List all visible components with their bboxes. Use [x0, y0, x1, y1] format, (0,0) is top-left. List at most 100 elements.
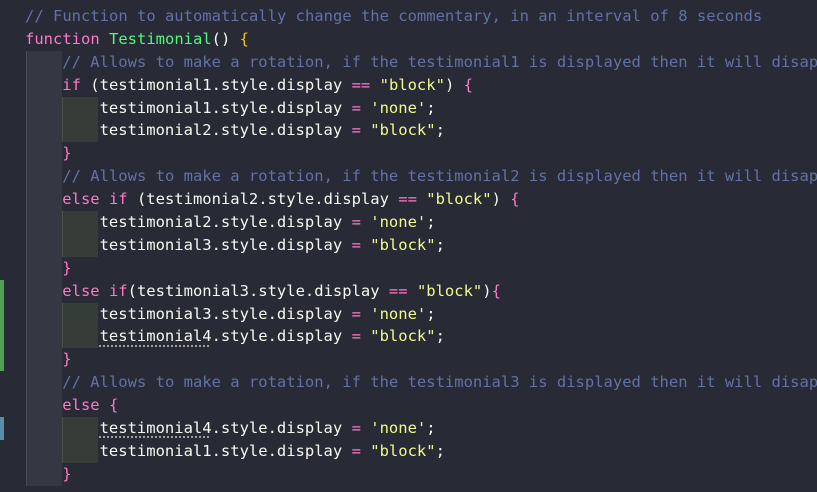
code-token: =: [351, 213, 361, 232]
indent-guide: [62, 96, 98, 120]
code-area[interactable]: // Function to automatically change the …: [0, 5, 817, 486]
indent-guide: [62, 325, 98, 349]
code-token: 'none': [370, 304, 427, 323]
code-line[interactable]: // Function to automatically change the …: [0, 5, 817, 28]
code-token: testimonial4: [99, 327, 212, 346]
code-line-text: // Function to automatically change the …: [25, 5, 762, 28]
indent-guide: [62, 119, 98, 143]
indent-guide: [26, 348, 62, 372]
code-token: testimonial2.style.display: [99, 213, 352, 232]
indent-guide: [26, 96, 62, 120]
code-token: }: [62, 144, 72, 163]
indent-guide-line: [62, 119, 63, 143]
code-line-text: else if(testimonial3.style.display == "b…: [62, 280, 501, 303]
code-line[interactable]: }: [0, 462, 817, 486]
indent-guide-line: [26, 394, 27, 418]
indent-guide-line: [62, 233, 63, 257]
code-line-text: else if (testimonial2.style.display == "…: [62, 188, 519, 211]
code-token: .style.display: [211, 327, 352, 346]
indent-guide: [26, 279, 62, 303]
code-token: "block": [370, 441, 436, 460]
code-token: "block": [370, 121, 436, 140]
code-editor[interactable]: // Function to automatically change the …: [0, 0, 817, 492]
code-token: // Allows to make a rotation, if the tes…: [62, 52, 817, 71]
code-line[interactable]: testimonial1.style.display = "block";: [0, 439, 817, 463]
code-token: ;: [426, 98, 436, 117]
indent-guide-line: [26, 279, 27, 303]
code-line-text: if (testimonial1.style.display == "block…: [62, 74, 473, 97]
indent-guide-line: [26, 417, 27, 440]
code-line-text: else {: [62, 394, 118, 417]
code-token: ): [482, 281, 492, 300]
code-line[interactable]: testimonial4.style.display = "block";: [0, 325, 817, 349]
code-line[interactable]: }: [0, 348, 817, 372]
indent-guide-line: [26, 371, 27, 395]
code-line[interactable]: function Testimonial() {: [0, 28, 817, 51]
code-token: testimonial1.style.display: [99, 98, 352, 117]
code-line[interactable]: // Allows to make a rotation, if the tes…: [0, 50, 817, 74]
code-token: "block": [379, 75, 445, 94]
code-line-text: testimonial4.style.display = 'none';: [100, 417, 436, 440]
indent-guide: [26, 325, 62, 349]
indent-guide: [26, 73, 62, 97]
indent-guide-line: [26, 325, 27, 349]
code-line[interactable]: else if(testimonial3.style.display == "b…: [0, 279, 817, 303]
code-line[interactable]: }: [0, 142, 817, 166]
indent-guide: [26, 165, 62, 189]
code-token: (testimonial3.style.display: [127, 281, 389, 300]
code-line[interactable]: testimonial1.style.display = 'none';: [0, 96, 817, 120]
code-token: {: [491, 281, 501, 300]
indent-guide-line: [62, 302, 63, 326]
indent-guide: [62, 439, 98, 463]
code-line-text: testimonial2.style.display = "block";: [100, 119, 445, 142]
code-token: =: [351, 419, 361, 438]
code-token: =: [351, 327, 361, 346]
code-line-text: // Allows to make a rotation, if the tes…: [62, 51, 817, 74]
code-line[interactable]: testimonial3.style.display = 'none';: [0, 302, 817, 326]
code-token: "block": [370, 327, 436, 346]
code-token: 'none': [370, 98, 427, 117]
code-line[interactable]: testimonial3.style.display = "block";: [0, 233, 817, 257]
indent-guide-line: [26, 50, 27, 74]
code-token: testimonial4: [99, 419, 212, 438]
code-line[interactable]: // Allows to make a rotation, if the tes…: [0, 371, 817, 395]
code-line[interactable]: // Allows to make a rotation, if the tes…: [0, 165, 817, 189]
code-token: else if: [62, 190, 137, 209]
code-line-text: testimonial3.style.display = "block";: [100, 234, 445, 257]
code-token: else: [62, 396, 109, 415]
indent-guide: [62, 302, 98, 326]
code-line-text: }: [62, 463, 71, 486]
indent-guide-line: [26, 142, 27, 166]
indent-guide: [26, 439, 62, 463]
indent-guide: [26, 394, 62, 418]
code-line-text: }: [62, 257, 71, 280]
code-token: 'none': [370, 213, 427, 232]
code-token: function: [25, 29, 109, 48]
indent-guide: [26, 462, 62, 486]
code-line-text: function Testimonial() {: [25, 28, 249, 51]
code-line[interactable]: }: [0, 256, 817, 280]
code-token: ;: [435, 235, 445, 254]
code-line[interactable]: if (testimonial1.style.display == "block…: [0, 73, 817, 97]
code-line-text: // Allows to make a rotation, if the tes…: [62, 165, 817, 188]
code-token: // Allows to make a rotation, if the tes…: [62, 373, 817, 392]
code-token: =: [351, 304, 361, 323]
code-token: "block": [426, 190, 492, 209]
code-token: ;: [435, 327, 445, 346]
code-line[interactable]: testimonial4.style.display = 'none';: [0, 417, 817, 440]
code-line[interactable]: else {: [0, 394, 817, 418]
code-line[interactable]: testimonial2.style.display = 'none';: [0, 211, 817, 234]
code-line-text: // Allows to make a rotation, if the tes…: [62, 371, 817, 394]
indent-guide-line: [62, 211, 63, 234]
code-token: testimonial3.style.display: [99, 235, 352, 254]
indent-guide-line: [26, 96, 27, 120]
code-line-text: }: [62, 142, 71, 165]
code-line[interactable]: else if (testimonial2.style.display == "…: [0, 188, 817, 212]
code-token: {: [463, 75, 473, 94]
code-line[interactable]: testimonial2.style.display = "block";: [0, 119, 817, 143]
